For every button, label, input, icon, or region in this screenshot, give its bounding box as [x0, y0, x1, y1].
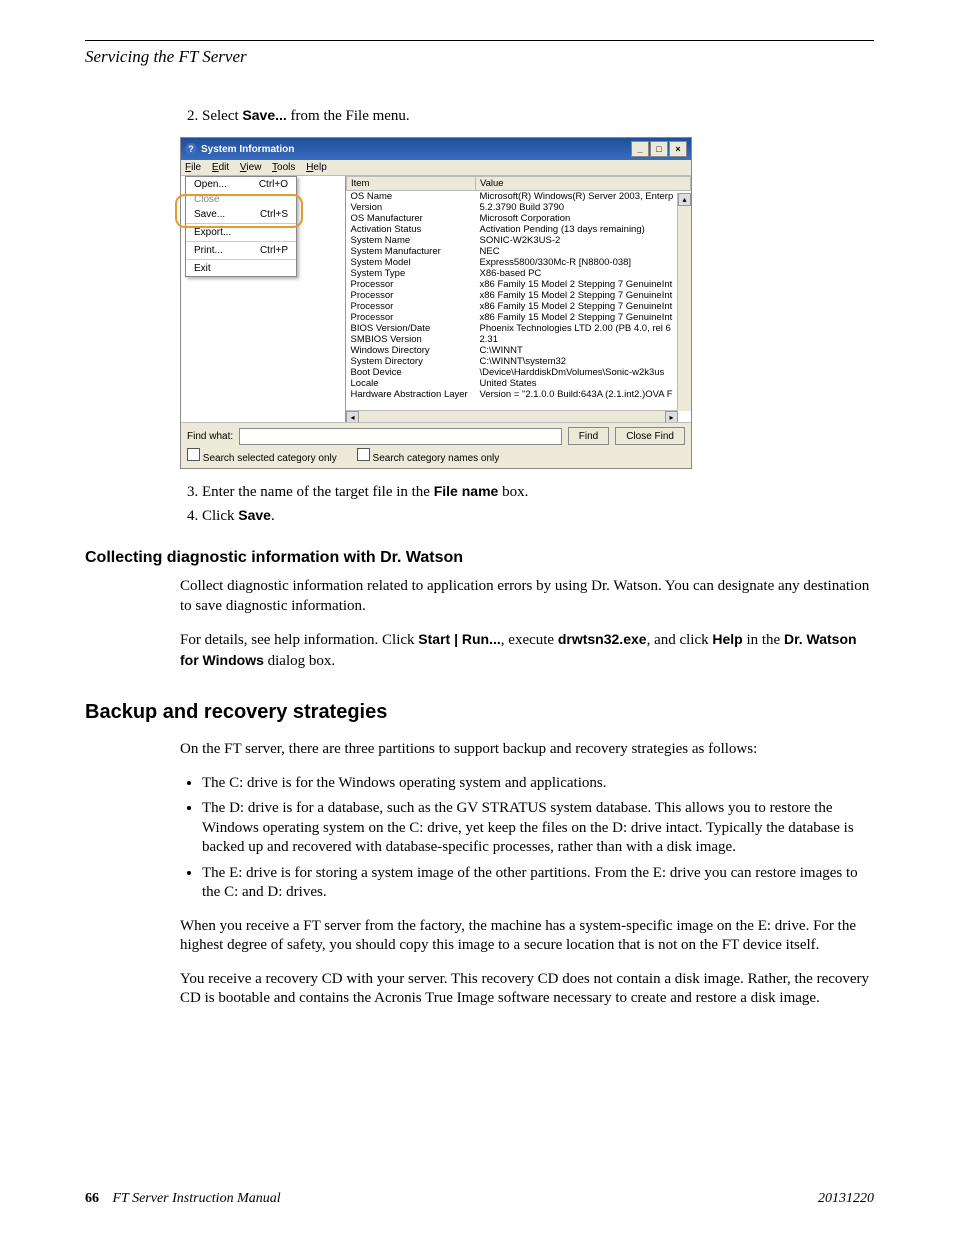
file-dropdown: Open...Ctrl+O Close Save...Ctrl+S Export… [185, 176, 297, 277]
table-row[interactable]: System TypeX86-based PC [347, 268, 691, 279]
table-row[interactable]: Processorx86 Family 15 Model 2 Stepping … [347, 279, 691, 290]
close-find-button[interactable]: Close Find [615, 427, 685, 445]
drwatson-p1: Collect diagnostic information related t… [180, 577, 874, 616]
top-rule [85, 40, 874, 41]
table-row[interactable]: System ManufacturerNEC [347, 246, 691, 257]
system-information-window: ? System Information _ □ × File Edit Vie… [180, 137, 692, 469]
table-row[interactable]: Processorx86 Family 15 Model 2 Stepping … [347, 301, 691, 312]
step2-bold: Save... [242, 107, 286, 123]
footer-date: 20131220 [818, 1191, 874, 1207]
step4-a: Click [202, 508, 238, 524]
table-row[interactable]: OS ManufacturerMicrosoft Corporation [347, 213, 691, 224]
vertical-scrollbar[interactable]: ▴ [677, 193, 691, 411]
table-row[interactable]: SMBIOS Version2.31 [347, 334, 691, 345]
menu-tools[interactable]: Tools [272, 162, 295, 173]
heading-backup: Backup and recovery strategies [85, 701, 874, 724]
horizontal-scrollbar[interactable]: ◂ ▸ [346, 410, 678, 422]
table-row[interactable]: System NameSONIC-W2K3US-2 [347, 235, 691, 246]
page-number: 66 [85, 1191, 99, 1206]
table-row[interactable]: Version5.2.3790 Build 3790 [347, 202, 691, 213]
step2-text-a: Select [202, 108, 242, 124]
bullet-3: The E: drive is for storing a system ima… [202, 864, 874, 903]
menu-item-exit[interactable]: Exit [186, 261, 296, 276]
menu-item-save[interactable]: Save...Ctrl+S [186, 207, 296, 222]
table-row[interactable]: LocaleUnited States [347, 378, 691, 389]
steps-list-1: Select Save... from the File menu. [180, 107, 874, 125]
system-info-table: Item Value OS NameMicrosoft(R) Windows(R… [346, 176, 691, 400]
backup-bullets: The C: drive is for the Windows operatin… [180, 774, 874, 903]
scroll-right-icon[interactable]: ▸ [665, 411, 678, 422]
minimize-button[interactable]: _ [631, 141, 649, 157]
menu-edit[interactable]: Edit [212, 162, 229, 173]
step-3: Enter the name of the target file in the… [202, 483, 874, 501]
menu-bar: File Edit View Tools Help [181, 160, 691, 176]
bullet-2: The D: drive is for a database, such as … [202, 799, 874, 858]
menu-view[interactable]: View [240, 162, 262, 173]
backup-intro: On the FT server, there are three partit… [180, 740, 874, 760]
heading-drwatson: Collecting diagnostic information with D… [85, 549, 874, 567]
step2-text-b: from the File menu. [287, 108, 410, 124]
details-pane: Item Value OS NameMicrosoft(R) Windows(R… [346, 176, 691, 422]
steps-list-2: Enter the name of the target file in the… [180, 483, 874, 525]
maximize-button[interactable]: □ [650, 141, 668, 157]
help-icon: ? [185, 143, 197, 155]
step4-b: . [271, 508, 275, 524]
menu-item-print[interactable]: Print...Ctrl+P [186, 243, 296, 258]
drwatson-p2: For details, see help information. Click… [180, 630, 874, 671]
scroll-up-icon[interactable]: ▴ [678, 193, 691, 206]
table-row[interactable]: Activation StatusActivation Pending (13 … [347, 224, 691, 235]
table-row[interactable]: Processorx86 Family 15 Model 2 Stepping … [347, 312, 691, 323]
table-row[interactable]: Hardware Abstraction LayerVersion = "2.1… [347, 389, 691, 400]
table-row[interactable]: Processorx86 Family 15 Model 2 Stepping … [347, 290, 691, 301]
table-row[interactable]: Windows DirectoryC:\WINNT [347, 345, 691, 356]
find-input[interactable] [239, 428, 562, 445]
table-row[interactable]: System DirectoryC:\WINNT\system32 [347, 356, 691, 367]
table-row[interactable]: System ModelExpress5800/330Mc-R [N8800-0… [347, 257, 691, 268]
menu-item-export[interactable]: Export... [186, 225, 296, 240]
step-4: Click Save. [202, 507, 874, 525]
col-item[interactable]: Item [347, 177, 476, 191]
close-button[interactable]: × [669, 141, 687, 157]
step-2: Select Save... from the File menu. [202, 107, 874, 125]
chk-selected-category[interactable]: Search selected category only [187, 448, 337, 464]
menu-help[interactable]: Help [306, 162, 327, 173]
step4-bold: Save [238, 507, 271, 523]
find-panel: Find what: Find Close Find Search select… [181, 422, 691, 468]
running-head: Servicing the FT Server [85, 47, 874, 67]
step3-bold: File name [434, 483, 499, 499]
bullet-1: The C: drive is for the Windows operatin… [202, 774, 874, 794]
window-title: System Information [201, 144, 294, 155]
table-row[interactable]: OS NameMicrosoft(R) Windows(R) Server 20… [347, 191, 691, 203]
tree-pane: Open...Ctrl+O Close Save...Ctrl+S Export… [181, 176, 346, 422]
find-button[interactable]: Find [568, 427, 609, 445]
menu-item-close: Close [186, 192, 296, 207]
find-label: Find what: [187, 431, 233, 442]
menu-file[interactable]: File [185, 162, 201, 173]
table-row[interactable]: BIOS Version/DatePhoenix Technologies LT… [347, 323, 691, 334]
footer-title: FT Server Instruction Manual [113, 1191, 281, 1206]
menu-item-open[interactable]: Open...Ctrl+O [186, 177, 296, 192]
scroll-left-icon[interactable]: ◂ [346, 411, 359, 422]
col-value[interactable]: Value [476, 177, 691, 191]
step3-a: Enter the name of the target file in the [202, 484, 434, 500]
chk-category-names[interactable]: Search category names only [357, 448, 500, 464]
table-row[interactable]: Boot Device\Device\HarddiskDmVolumes\Son… [347, 367, 691, 378]
page-footer: 66 FT Server Instruction Manual 20131220 [85, 1191, 874, 1207]
step3-b: box. [498, 484, 528, 500]
title-bar[interactable]: ? System Information _ □ × [181, 138, 691, 160]
backup-p3: You receive a recovery CD with your serv… [180, 970, 874, 1009]
backup-p2: When you receive a FT server from the fa… [180, 917, 874, 956]
